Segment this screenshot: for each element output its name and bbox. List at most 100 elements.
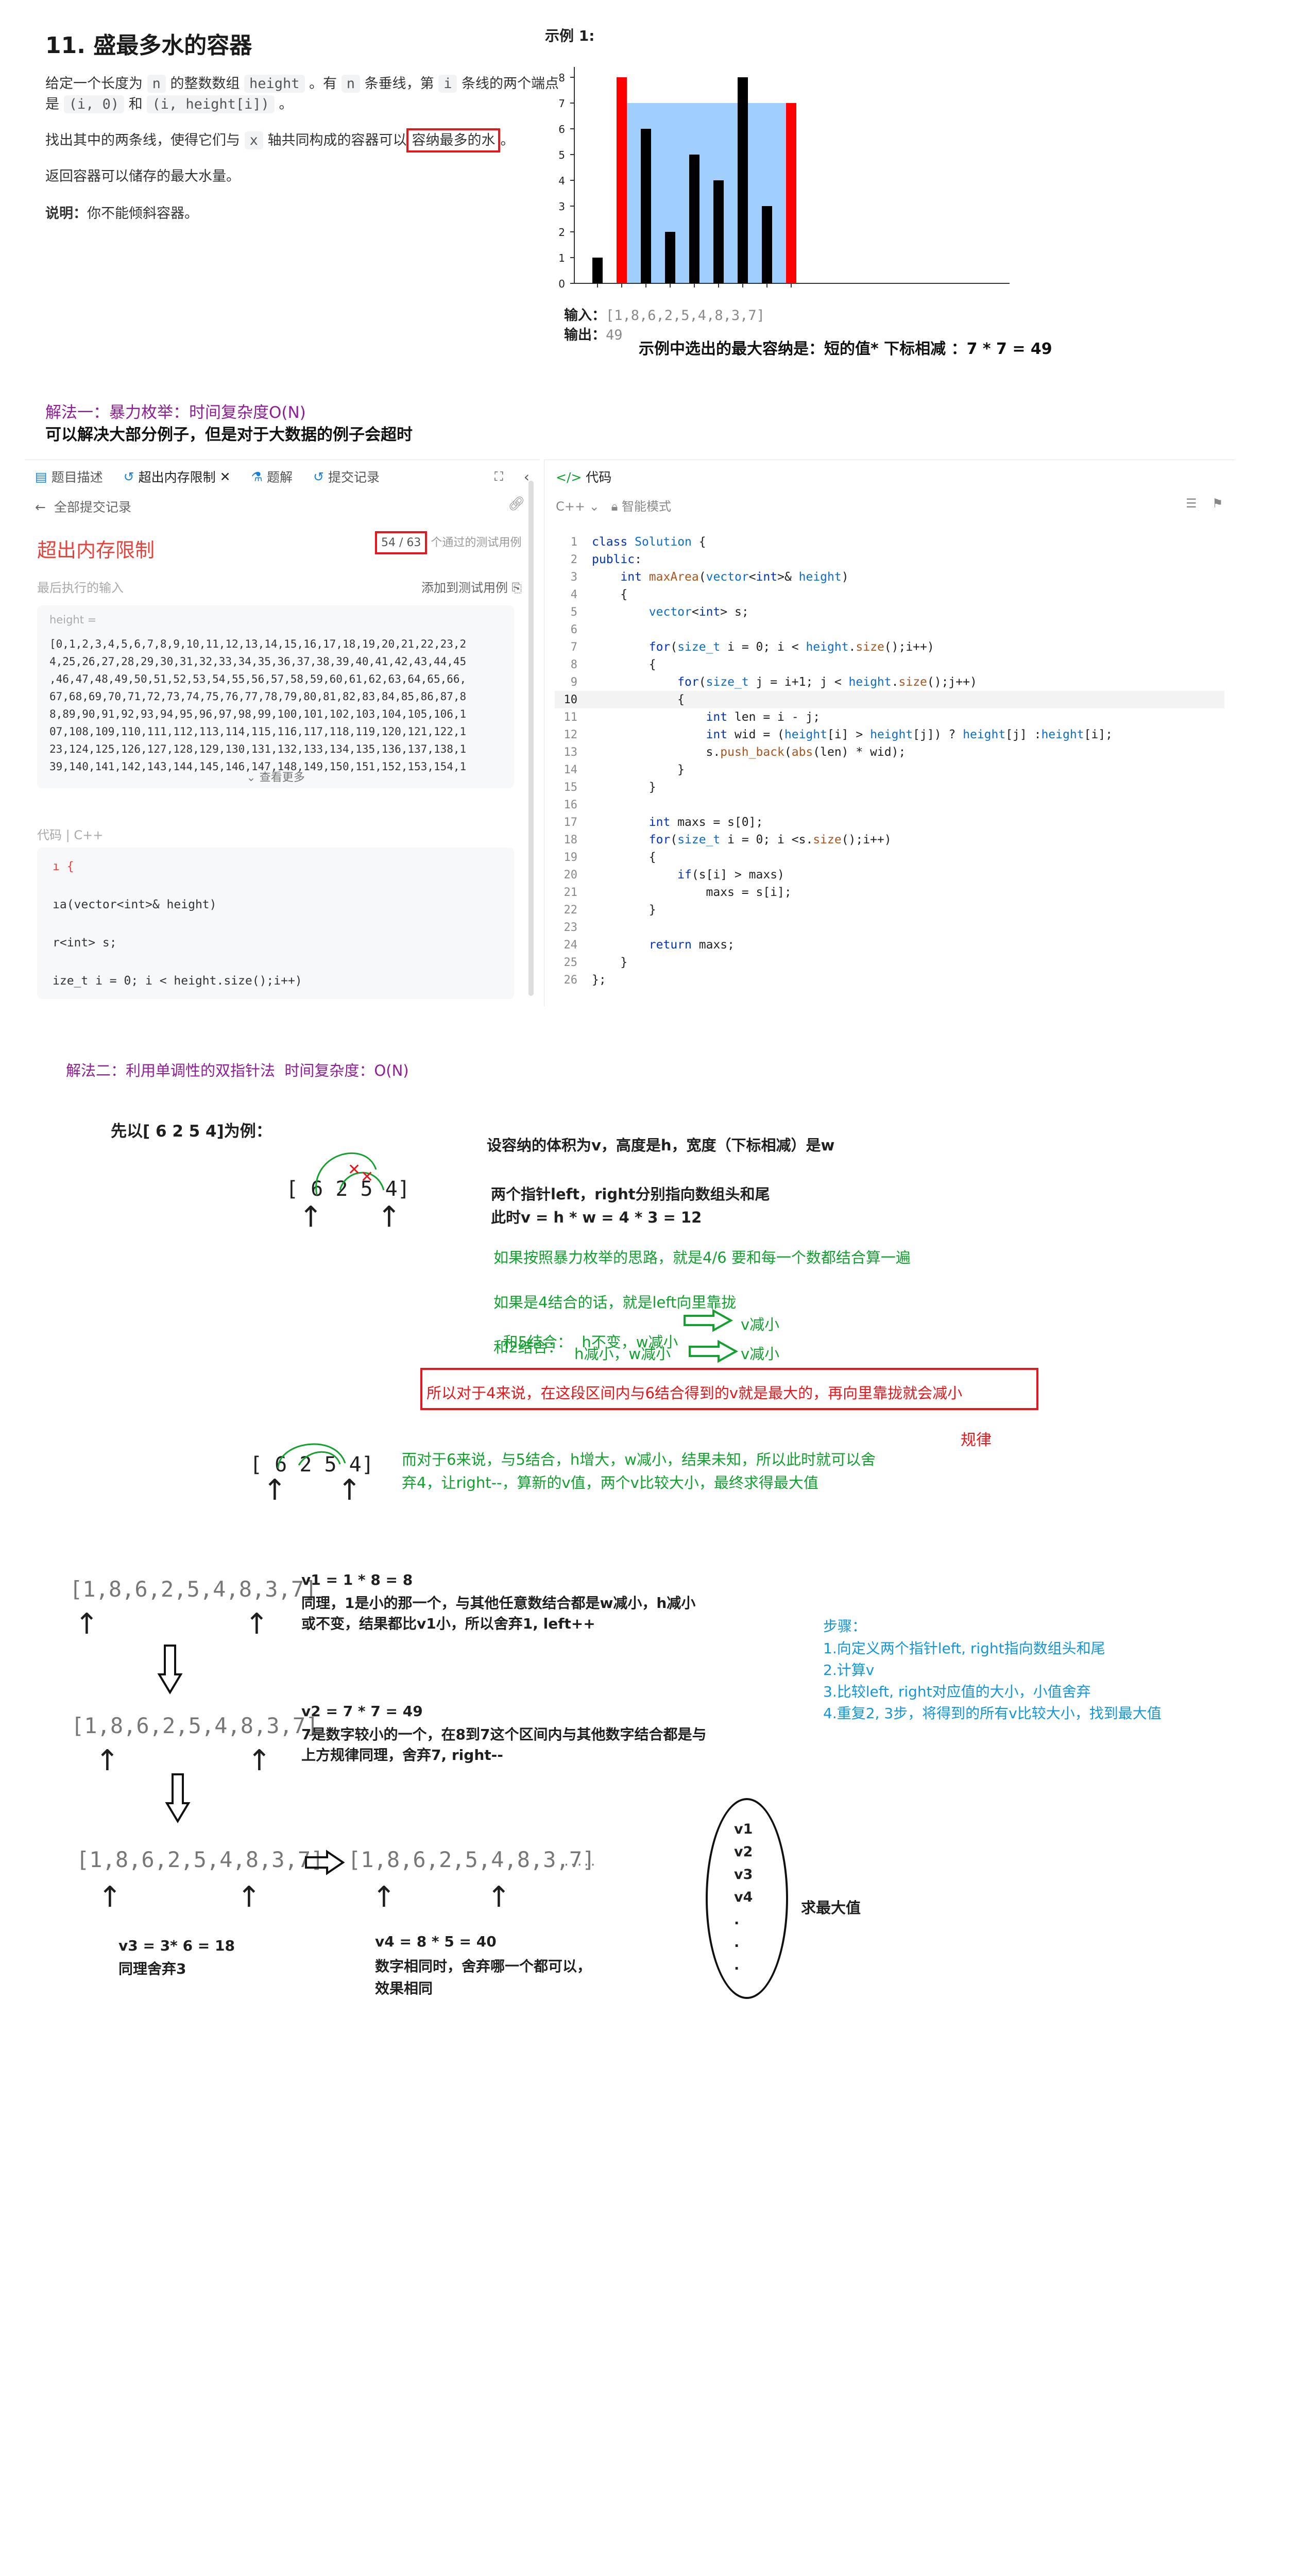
green-line4b: h减小，w减小	[574, 1345, 671, 1363]
v3-line2: 同理舍弃3	[118, 1960, 186, 1977]
bar	[738, 77, 748, 283]
code-line[interactable]: 9 for(size_t j = i+1; j < height.size();…	[555, 673, 1224, 691]
green-line5: 而对于6来说，与5结合，h增大，w减小，结果未知，所以此时就可以舍	[402, 1451, 876, 1468]
snippet-line: ize_t i = 0; i < height.size();i++)	[53, 974, 302, 988]
code-snippet: ı { ıa(vector<int>& height) r<int> s; iz…	[37, 848, 514, 999]
code-i: i	[438, 75, 457, 93]
text: 。	[500, 132, 515, 148]
input-line: 67,68,69,70,71,72,73,74,75,76,77,78,79,8…	[49, 690, 467, 703]
v-value-item: v1	[734, 1821, 753, 1837]
line-number: 24	[564, 939, 578, 952]
text: 和	[124, 96, 147, 112]
close-icon[interactable]: ✕	[220, 469, 231, 484]
code-line[interactable]: 1 class Solution {	[555, 533, 1224, 551]
line-number: 3	[570, 571, 577, 584]
input-line: 4,25,26,27,28,29,30,31,32,33,34,35,36,37…	[49, 655, 467, 668]
v-value-item: .	[734, 1957, 740, 1973]
input-line: 23,124,125,126,127,128,129,130,131,132,1…	[49, 743, 467, 755]
pointer-left-arrow: ↑	[263, 1473, 287, 1507]
code-point: (i, 0)	[63, 95, 125, 113]
add-testcase-button[interactable]: 添加到测试用例 ⎘	[421, 578, 522, 596]
pass-count-suffix: 个通过的测试用例	[431, 536, 522, 549]
v1-line1: v1 = 1 * 8 = 8	[301, 1571, 413, 1588]
green-line6: 弃4，让right--，算新的v值，两个v比较大小，最终求得最大值	[402, 1474, 818, 1492]
code-text: public:	[592, 553, 642, 566]
tab-submissions[interactable]: ↺ 提交记录	[313, 467, 380, 486]
lang-value: C++	[556, 499, 585, 514]
example-output: 输出：49	[564, 324, 623, 344]
language-select[interactable]: C++ ⌄	[556, 499, 600, 514]
code-area[interactable]: 1 class Solution {2 public: 3 int maxArea(v…	[555, 533, 1224, 989]
code-text: for(size_t j = i+1; j < height.size();j+…	[677, 675, 977, 689]
v-value-item: v2	[734, 1844, 753, 1860]
output-label: 输出：	[564, 327, 606, 343]
code-text: if(s[i] > maxs)	[677, 868, 784, 882]
svg-text:✕: ✕	[361, 1168, 373, 1186]
line-number: 18	[564, 834, 578, 846]
tab-result[interactable]: ↺ 超出内存限制 ✕	[124, 467, 231, 486]
code-line[interactable]: 14 }	[555, 761, 1224, 778]
code-line[interactable]: 26};	[555, 971, 1224, 989]
tab-label: 提交记录	[328, 470, 380, 485]
input-value: [1,8,6,2,5,4,8,3,7]	[606, 308, 765, 324]
code-line[interactable]: 22 }	[555, 901, 1224, 919]
text: 的整数数组	[165, 76, 245, 92]
document-icon: ▤	[35, 469, 47, 484]
pointer-left-arrow: ↑	[75, 1607, 99, 1641]
down-arrow-icon	[157, 1643, 183, 1697]
code-line[interactable]: 7 for(size_t i = 0; i < height.size();i+…	[555, 638, 1224, 656]
y-tick-label: 2	[558, 226, 565, 239]
line-number: 6	[570, 623, 577, 636]
code-line[interactable]: 10 {	[555, 691, 1224, 708]
line-number: 10	[564, 693, 578, 706]
note-label: 说明：	[45, 206, 87, 222]
code-line[interactable]: 18 for(size_t i = 0; i <s.size();i++)	[555, 831, 1224, 849]
code-line[interactable]: 19 {	[555, 849, 1224, 866]
v1-line3: 或不变，结果都比v1小，所以舍弃1, left++	[301, 1615, 595, 1632]
code-line[interactable]: 5 vector<int> s;	[555, 603, 1224, 621]
steps-title: 步骤：	[823, 1618, 867, 1635]
text: 。	[274, 96, 293, 112]
text: 给定一个长度为	[45, 76, 147, 92]
code-line[interactable]: 8 {	[555, 656, 1224, 673]
code-line[interactable]: 17 int maxs = s[0];	[555, 814, 1224, 831]
pointer-left-arrow: ↑	[372, 1880, 396, 1914]
example-head: 先以[ 6 2 5 4]为例：	[111, 1122, 272, 1141]
code-line[interactable]: 6	[555, 621, 1224, 638]
code-line[interactable]: 23	[555, 919, 1224, 936]
code-line[interactable]: 3 int maxArea(vector<int>& height)	[555, 568, 1224, 586]
tab-label: 题解	[266, 470, 293, 485]
more-dots: .....	[564, 1852, 598, 1869]
code-line[interactable]: 24 return maxs;	[555, 936, 1224, 954]
array-annotation	[277, 1443, 346, 1469]
scrollbar[interactable]	[528, 481, 534, 996]
back-link[interactable]: ← 全部提交记录	[35, 497, 131, 516]
code-line[interactable]: 12 int wid = (height[i] > height[j]) ? h…	[555, 726, 1224, 743]
line-number: 8	[570, 658, 577, 671]
text: 找出其中的两条线，使得它们与	[45, 132, 245, 148]
tab-solutions[interactable]: ⚗ 题解	[251, 467, 293, 486]
code-line[interactable]: 25 }	[555, 954, 1224, 971]
code-line[interactable]: 20 if(s[i] > maxs)	[555, 866, 1224, 884]
tab-description[interactable]: ▤ 题目描述	[35, 467, 103, 486]
code-line[interactable]: 15 }	[555, 778, 1224, 796]
example-input: 输入：[1,8,6,2,5,4,8,3,7]	[564, 304, 765, 324]
v1-line2: 同理，1是小的那一个，与其他任意数结合都是w减小，h减小	[301, 1595, 696, 1612]
code-line[interactable]: 21 maxs = s[i];	[555, 884, 1224, 901]
format-icon[interactable]: ☰	[1186, 496, 1197, 511]
code-line[interactable]: 2 public:	[555, 551, 1224, 568]
chevron-down-icon: ⌄	[246, 771, 256, 784]
editor-tab[interactable]: </> 代码	[556, 467, 611, 486]
code-line[interactable]: 11 int len = i - j;	[555, 708, 1224, 726]
snippet-line: ı {	[53, 860, 74, 873]
line-number: 9	[570, 676, 577, 689]
view-more-button[interactable]: ⌄ 查看更多	[37, 768, 514, 785]
code-line[interactable]: 4 {	[555, 586, 1224, 603]
mode-label: 智能模式	[622, 499, 672, 514]
code-line[interactable]: 16	[555, 796, 1224, 814]
link-icon[interactable]: 🔗︎	[508, 496, 525, 512]
code-line[interactable]: 13 s.push_back(abs(len) * wid);	[555, 743, 1224, 761]
expand-icon[interactable]: ⛶	[494, 469, 503, 484]
code-text: maxs = s[i];	[592, 886, 792, 899]
bookmark-icon[interactable]: ⚑	[1212, 496, 1223, 511]
